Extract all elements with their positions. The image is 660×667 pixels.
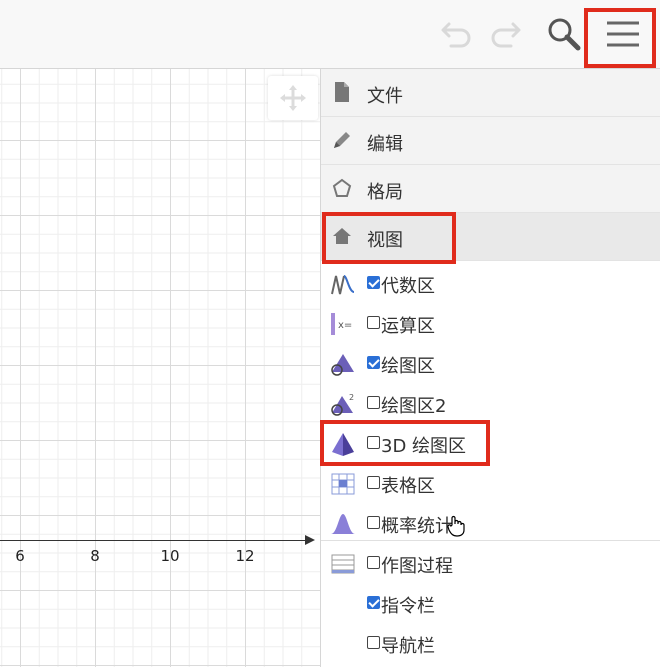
view-item-label: 表格区 [381,476,435,497]
checkbox[interactable] [367,516,380,529]
search-icon[interactable] [544,14,584,54]
view-item-input-bar[interactable]: 指令栏 [321,584,660,624]
view-item-cas[interactable]: x= 运算区 [321,304,660,344]
view-item-label: 概率统计 [381,516,453,537]
move-icon [280,85,306,111]
view-item-label: 绘图区2 [381,396,447,417]
svg-text:2: 2 [349,393,354,402]
file-icon [335,82,349,102]
cas-icon: x= [329,310,357,338]
menu-divider [321,540,660,541]
checkbox[interactable] [367,396,380,409]
pencil-icon [334,132,350,148]
view-item-graphics-3d[interactable]: 3D 绘图区 [321,424,660,464]
graphics2-icon: 2 [329,390,357,418]
checkbox[interactable] [367,556,380,569]
view-item-label: 指令栏 [381,596,435,617]
probability-icon [329,510,357,538]
graphics-view[interactable]: 6 8 10 12 [0,69,320,667]
spreadsheet-icon [329,470,357,498]
pentagon-icon [332,178,352,197]
view-item-probability[interactable]: 概率统计 [321,504,660,544]
menu-icon[interactable] [603,14,643,54]
view-item-spreadsheet[interactable]: 表格区 [321,464,660,504]
checkbox[interactable] [367,276,380,289]
algebra-icon [329,270,357,298]
x-axis-arrow [305,535,315,545]
redo-icon[interactable] [485,14,525,54]
view-item-label: 运算区 [381,316,435,337]
view-item-label: 作图过程 [381,556,453,577]
graphics-3d-icon [329,430,357,458]
view-item-navigation-bar[interactable]: 导航栏 [321,624,660,664]
menu-item-layout[interactable]: 格局 [321,165,660,213]
checkbox[interactable] [367,316,380,329]
x-axis [0,540,312,541]
view-item-label: 导航栏 [381,636,435,657]
menu-item-label: 格局 [367,182,403,203]
checkbox[interactable] [367,356,380,369]
hand-cursor-icon [447,515,465,537]
menu-item-file[interactable]: 文件 [321,69,660,117]
view-item-label: 绘图区 [381,356,435,377]
graphics-icon [329,350,357,378]
construction-protocol-icon [329,550,357,578]
view-item-construction-protocol[interactable]: 作图过程 [321,544,660,584]
menu-item-edit[interactable]: 编辑 [321,117,660,165]
x-tick-label: 6 [15,547,25,565]
menu-item-label: 编辑 [367,134,403,155]
main-menu-panel: 文件 编辑 格局 视图 代数区 x= 运算区 绘图区 2 绘图区2 3D 绘图区 [320,69,660,667]
svg-text:x=: x= [338,320,352,331]
x-tick-label: 8 [90,547,100,565]
view-item-algebra[interactable]: 代数区 [321,264,660,304]
menu-item-label: 文件 [367,86,403,107]
menu-item-label: 视图 [367,230,403,251]
view-item-label: 3D 绘图区 [381,436,467,457]
checkbox[interactable] [367,636,380,649]
undo-icon[interactable] [437,14,477,54]
view-item-label: 代数区 [381,276,435,297]
checkbox[interactable] [367,596,380,609]
home-icon [333,228,351,244]
move-view-handle[interactable] [268,76,318,120]
checkbox[interactable] [367,436,380,449]
x-tick-label: 12 [235,547,255,565]
checkbox[interactable] [367,476,380,489]
x-tick-label: 10 [160,547,180,565]
view-item-graphics-2[interactable]: 2 绘图区2 [321,384,660,424]
view-item-graphics[interactable]: 绘图区 [321,344,660,384]
top-toolbar [0,0,660,69]
menu-item-view[interactable]: 视图 [321,213,660,261]
